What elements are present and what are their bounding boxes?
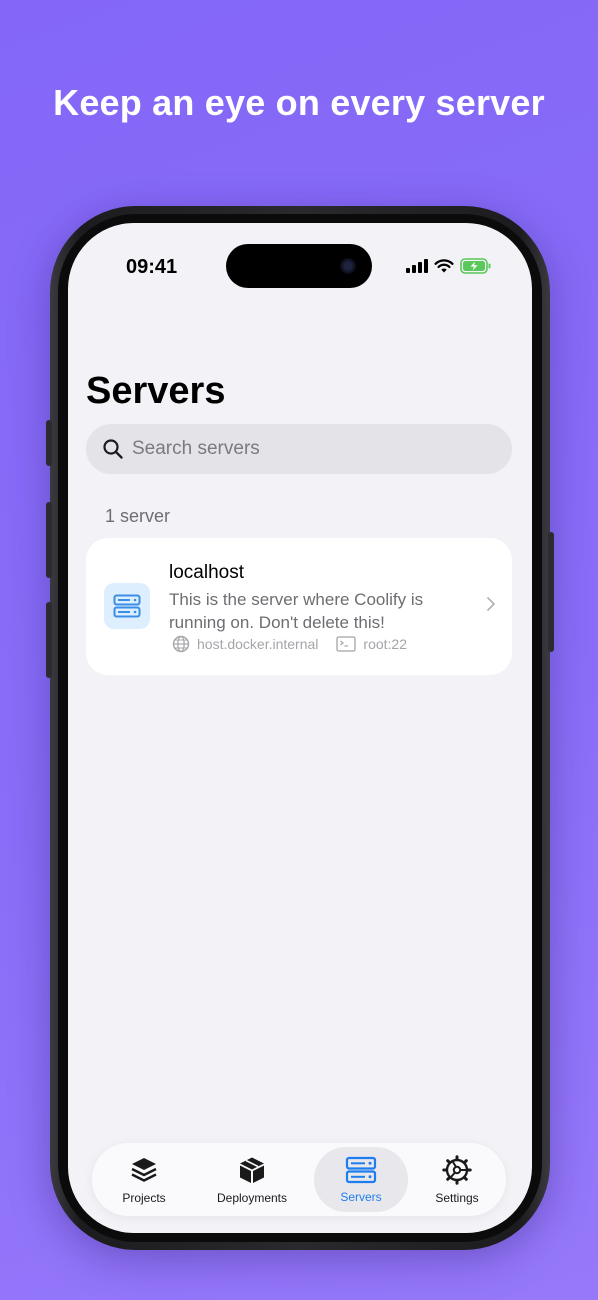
server-host-text: host.docker.internal [197,636,319,652]
terminal-icon [336,636,357,652]
server-name: localhost [169,562,244,583]
tab-settings[interactable]: Settings [416,1147,498,1212]
dynamic-island [226,244,372,288]
status-icons [406,258,492,279]
tab-bar: Projects Deployments Servers Settings [92,1143,506,1216]
server-ssh-text: root:22 [363,636,407,652]
gear-icon [442,1154,472,1185]
battery-charging-icon [460,258,492,279]
tab-settings-label: Settings [435,1190,479,1205]
volume-up-button [46,502,52,578]
volume-down-button [46,602,52,678]
promo-headline: Keep an eye on every server [53,82,545,123]
box-icon [240,1157,264,1183]
search-input[interactable] [132,429,492,469]
server-icon [104,583,150,629]
server-host: host.docker.internal [172,635,318,653]
search-icon [103,439,123,459]
search-bar[interactable] [86,424,512,474]
tab-projects-label: Projects [122,1190,166,1205]
front-camera [340,258,356,274]
server-ssh: root:22 [336,636,407,652]
tab-servers[interactable]: Servers [314,1147,408,1212]
tab-projects[interactable]: Projects [102,1147,186,1212]
tab-deployments-label: Deployments [216,1190,288,1205]
chevron-right-icon [487,597,495,611]
layers-icon [131,1157,157,1182]
server-description: This is the server where Coolify is runn… [169,590,424,632]
server-meta: host.docker.internal root:22 [172,635,407,653]
status-time: 09:41 [126,256,178,278]
mute-switch [46,420,52,466]
tab-servers-label: Servers [340,1189,382,1204]
cellular-signal-icon [406,259,428,278]
server-icon [345,1156,377,1183]
power-button [548,532,554,652]
globe-icon [172,635,190,653]
phone-screen: 09:41 Servers Search servers 1 server lo… [68,223,532,1233]
wifi-icon [434,258,454,279]
server-list-item[interactable]: localhost This is the server where Cooli… [86,538,512,675]
page-title: Servers [86,370,226,412]
phone-frame: 09:41 Servers Search servers 1 server lo… [46,206,554,1250]
server-count-label: 1 server [105,506,171,526]
tab-deployments[interactable]: Deployments [202,1147,302,1212]
